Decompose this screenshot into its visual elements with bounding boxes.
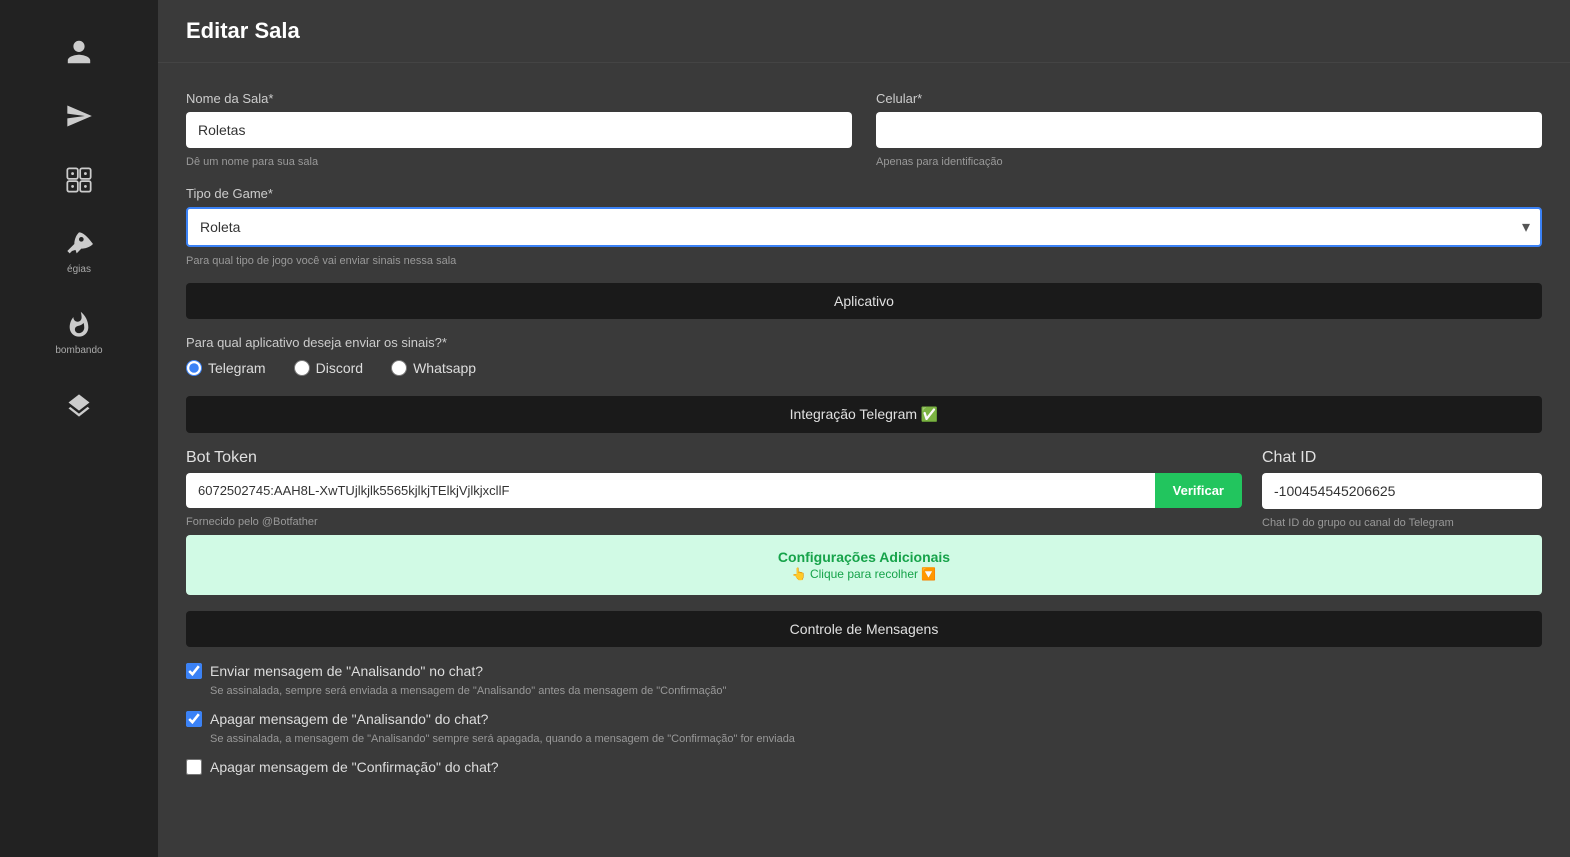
celular-input[interactable] (876, 112, 1542, 148)
sidebar-item-dice[interactable] (0, 148, 158, 212)
aplicativo-bar: Aplicativo (186, 283, 1542, 319)
config-adicional-title: Configurações Adicionais (204, 549, 1524, 565)
radio-item-discord[interactable]: Discord (294, 360, 363, 376)
checkbox-confirmacao-delete-label: Apagar mensagem de "Confirmação" do chat… (210, 759, 499, 775)
radio-discord-label: Discord (316, 360, 363, 376)
checkbox-analisando-delete-hint: Se assinalada, a mensagem de "Analisando… (210, 733, 1542, 745)
radio-telegram-label: Telegram (208, 360, 266, 376)
sidebar-item-strategies-label: égias (67, 264, 91, 275)
integracao-bar: Integração Telegram ✅ (186, 396, 1542, 433)
verify-button[interactable]: Verificar (1155, 473, 1242, 508)
page-header: Editar Sala (158, 0, 1570, 63)
tipo-label: Tipo de Game* (186, 186, 1542, 201)
checkbox-analisando-delete: Apagar mensagem de "Analisando" do chat? (186, 711, 1542, 727)
form-container: Nome da Sala* Dê um nome para sua sala C… (158, 63, 1570, 817)
sidebar-item-bombando[interactable]: bombando (0, 293, 158, 374)
bot-token-label: Bot Token (186, 449, 1242, 467)
chat-id-input[interactable] (1262, 473, 1542, 509)
sidebar: égias bombando (0, 0, 158, 857)
checkbox-analisando-send-hint: Se assinalada, sempre será enviada a men… (210, 685, 1542, 697)
sidebar-item-user[interactable] (0, 20, 158, 84)
checkbox-analisando-send: Enviar mensagem de "Analisando" no chat? (186, 663, 1542, 679)
user-icon (65, 38, 93, 66)
send-icon (65, 102, 93, 130)
bot-token-input[interactable] (186, 473, 1155, 508)
group-sala: Nome da Sala* Dê um nome para sua sala (186, 91, 852, 168)
page-title: Editar Sala (186, 18, 1542, 44)
bot-token-row: Bot Token Verificar Fornecido pelo @Botf… (186, 449, 1542, 529)
controle-bar: Controle de Mensagens (186, 611, 1542, 647)
radio-item-whatsapp[interactable]: Whatsapp (391, 360, 476, 376)
checkbox-analisando-send-input[interactable] (186, 663, 202, 679)
radio-question: Para qual aplicativo deseja enviar os si… (186, 335, 1542, 350)
config-adicional[interactable]: Configurações Adicionais 👆 Clique para r… (186, 535, 1542, 595)
radio-item-telegram[interactable]: Telegram (186, 360, 266, 376)
celular-label: Celular* (876, 91, 1542, 106)
group-tipo: Tipo de Game* Roleta Crash Mines Slots P… (186, 186, 1542, 267)
main-content: Editar Sala Nome da Sala* Dê um nome par… (158, 0, 1570, 857)
radio-group: Telegram Discord Whatsapp (186, 360, 1542, 376)
tipo-hint: Para qual tipo de jogo você vai enviar s… (186, 255, 1542, 267)
checkbox-confirmacao-delete-input[interactable] (186, 759, 202, 775)
checkbox-confirmacao-delete: Apagar mensagem de "Confirmação" do chat… (186, 759, 1542, 775)
checkbox-analisando-send-label: Enviar mensagem de "Analisando" no chat? (210, 663, 483, 679)
bot-token-input-row: Verificar (186, 473, 1242, 508)
checkbox-analisando-delete-input[interactable] (186, 711, 202, 727)
chat-id-group: Chat ID Chat ID do grupo ou canal do Tel… (1262, 449, 1542, 529)
radio-whatsapp[interactable] (391, 360, 407, 376)
tipo-select[interactable]: Roleta Crash Mines Slots (186, 207, 1542, 247)
bot-token-hint: Fornecido pelo @Botfather (186, 516, 1242, 528)
chat-id-label: Chat ID (1262, 449, 1542, 467)
sala-label: Nome da Sala* (186, 91, 852, 106)
layers-icon (65, 392, 93, 420)
chat-id-hint: Chat ID do grupo ou canal do Telegram (1262, 517, 1542, 529)
row-sala-celular: Nome da Sala* Dê um nome para sua sala C… (186, 91, 1542, 168)
tipo-select-wrapper: Roleta Crash Mines Slots (186, 207, 1542, 247)
sidebar-item-bombando-label: bombando (55, 345, 102, 356)
radio-telegram[interactable] (186, 360, 202, 376)
sidebar-item-strategies[interactable]: égias (0, 212, 158, 293)
group-celular: Celular* Apenas para identificação (876, 91, 1542, 168)
config-adicional-subtitle: 👆 Clique para recolher 🔽 (204, 567, 1524, 581)
dice-icon (65, 166, 93, 194)
bot-token-group: Bot Token Verificar Fornecido pelo @Botf… (186, 449, 1242, 529)
sidebar-item-layers[interactable] (0, 374, 158, 438)
checkbox-analisando-delete-label: Apagar mensagem de "Analisando" do chat? (210, 711, 488, 727)
radio-discord[interactable] (294, 360, 310, 376)
radio-whatsapp-label: Whatsapp (413, 360, 476, 376)
sidebar-item-telegram[interactable] (0, 84, 158, 148)
celular-hint: Apenas para identificação (876, 156, 1542, 168)
rocket-icon (65, 230, 93, 258)
sala-hint: Dê um nome para sua sala (186, 156, 852, 168)
fire-icon (65, 311, 93, 339)
sala-input[interactable] (186, 112, 852, 148)
